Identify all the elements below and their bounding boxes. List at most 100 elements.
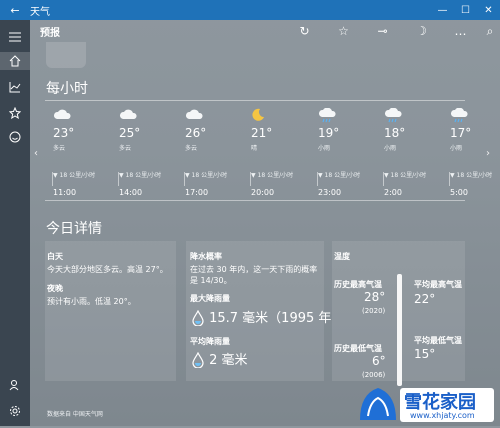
avg-low-label: 平均最低气温	[414, 336, 462, 345]
hourly-item: 25° 多云 ▼ 18 公里/小时 14:00	[119, 108, 169, 197]
watermark-logo: 雪花家园 www.xhjaty.com	[356, 380, 496, 424]
today-title: 今日详情	[46, 221, 102, 237]
moon-icon	[251, 108, 301, 124]
watermark-url: www.xhjaty.com	[410, 411, 475, 420]
hourly-title: 每小时	[46, 81, 88, 97]
temp-label: 温度	[334, 252, 350, 261]
home-icon[interactable]	[0, 52, 30, 70]
avg-high-label: 平均最高气温	[414, 280, 462, 289]
cloud-icon	[119, 108, 169, 124]
hist-high-label: 历史最高气温	[334, 280, 382, 289]
precip-text-2: 是 14/30。	[190, 276, 232, 285]
raindrop-icon	[192, 351, 204, 368]
hour-time: 14:00	[119, 188, 143, 197]
account-icon[interactable]	[6, 376, 24, 394]
hour-wind: ▼ 18 公里/小时	[450, 172, 493, 179]
hour-wind: ▼ 18 公里/小时	[318, 172, 361, 179]
divider	[45, 100, 465, 101]
night-mode-icon[interactable]: ☽	[402, 24, 441, 38]
rain-icon	[450, 107, 500, 124]
max-precip-row: 15.7 毫米（1995 年	[192, 307, 331, 326]
hour-temp: 17°	[450, 126, 472, 140]
hour-tick	[118, 172, 119, 186]
refresh-icon[interactable]: ↻	[285, 24, 324, 38]
max-precip-label: 最大降雨量	[190, 294, 230, 303]
window-title: 天气	[30, 6, 50, 18]
favorite-icon[interactable]: ☆	[324, 24, 363, 38]
hour-tick	[52, 172, 53, 186]
hour-wind: ▼ 18 公里/小时	[119, 172, 162, 179]
close-button[interactable]: ✕	[477, 5, 500, 16]
night-text: 预计有小雨。低温 20°。	[47, 297, 136, 306]
night-label: 夜晚	[47, 284, 63, 293]
hour-wind: ▼ 18 公里/小时	[53, 172, 96, 179]
hourly-item: 26° 多云 ▼ 18 公里/小时 17:00	[185, 108, 235, 197]
hist-high-year: (2020)	[362, 307, 386, 315]
hourly-item: 18° 小雨 ▼ 18 公里/小时 2:00	[384, 107, 434, 197]
hour-temp: 19°	[318, 126, 340, 140]
hour-time: 5:00	[450, 188, 468, 197]
raindrop-icon	[192, 309, 204, 326]
hour-time: 2:00	[384, 188, 402, 197]
hour-time: 17:00	[185, 188, 209, 197]
hour-condition: 小雨	[318, 145, 331, 152]
max-precip-value: 15.7 毫米（1995 年	[209, 311, 332, 326]
hour-time: 23:00	[318, 188, 342, 197]
hour-tick	[317, 172, 318, 186]
divider	[45, 200, 465, 201]
hour-condition: 多云	[53, 145, 66, 152]
avg-precip-row: 2 毫米	[192, 349, 248, 368]
cloud-icon	[53, 108, 103, 124]
day-night-panel: 白天 今天大部分地区多云。高温 27°。 夜晚 预计有小雨。低温 20°。	[45, 241, 176, 381]
hour-condition: 多云	[119, 145, 132, 152]
hour-temp: 25°	[119, 126, 141, 140]
scroll-left-arrow[interactable]: ‹	[34, 148, 38, 159]
cloud-icon	[185, 108, 235, 124]
hour-time: 20:00	[251, 188, 275, 197]
hour-tick	[184, 172, 185, 186]
avg-precip-label: 平均降雨量	[190, 337, 230, 346]
search-icon[interactable]: ⌕	[480, 24, 500, 39]
sidebar	[0, 20, 30, 426]
hour-tick	[383, 172, 384, 186]
day-text: 今天大部分地区多云。高温 27°。	[47, 265, 168, 274]
smile-icon[interactable]	[6, 128, 24, 146]
hour-tick	[449, 172, 450, 186]
avg-high-value: 22°	[414, 292, 436, 306]
page-title: 预报	[40, 27, 60, 39]
hour-wind: ▼ 18 公里/小时	[251, 172, 294, 179]
settings-icon[interactable]	[6, 402, 24, 420]
hour-temp: 23°	[53, 126, 75, 140]
temperature-range-bar	[397, 274, 402, 386]
hourly-item: 17° 小雨 ▼ 18 公里/小时 5:00	[450, 107, 500, 197]
maximize-button[interactable]: ☐	[454, 5, 477, 16]
menu-icon[interactable]	[6, 28, 24, 46]
precip-label: 降水概率	[190, 252, 222, 261]
hour-time: 11:00	[53, 188, 77, 197]
rain-icon	[318, 107, 368, 124]
rain-icon	[384, 107, 434, 124]
favorites-icon[interactable]	[6, 104, 24, 122]
hour-temp: 18°	[384, 126, 406, 140]
chart-icon[interactable]	[6, 78, 24, 96]
hourly-item: 19° 小雨 ▼ 18 公里/小时 23:00	[318, 107, 368, 197]
back-button[interactable]: ←	[0, 4, 30, 17]
precip-text-1: 在过去 30 年内，这一天下雨的概率	[190, 265, 318, 274]
hour-condition: 小雨	[450, 145, 463, 152]
hour-condition: 多云	[185, 145, 198, 152]
hist-low-label: 历史最低气温	[334, 344, 382, 353]
hour-wind: ▼ 18 公里/小时	[185, 172, 228, 179]
hourly-item: 23° 多云 ▼ 18 公里/小时 11:00	[53, 108, 103, 197]
pin-icon[interactable]: ⊸	[363, 24, 402, 38]
minimize-button[interactable]: —	[431, 5, 454, 16]
more-icon[interactable]: …	[441, 24, 480, 38]
hour-temp: 21°	[251, 126, 273, 140]
hist-low-year: (2006)	[362, 371, 386, 379]
avg-precip-value: 2 毫米	[209, 353, 248, 368]
hour-condition: 小雨	[384, 145, 397, 152]
hour-condition: 晴	[251, 145, 258, 152]
precipitation-panel: 降水概率 在过去 30 年内，这一天下雨的概率 是 14/30。 最大降雨量 1…	[186, 241, 331, 381]
hist-low-value: 6°	[372, 354, 386, 368]
avg-low-value: 15°	[414, 347, 436, 361]
hist-high-value: 28°	[364, 290, 386, 304]
